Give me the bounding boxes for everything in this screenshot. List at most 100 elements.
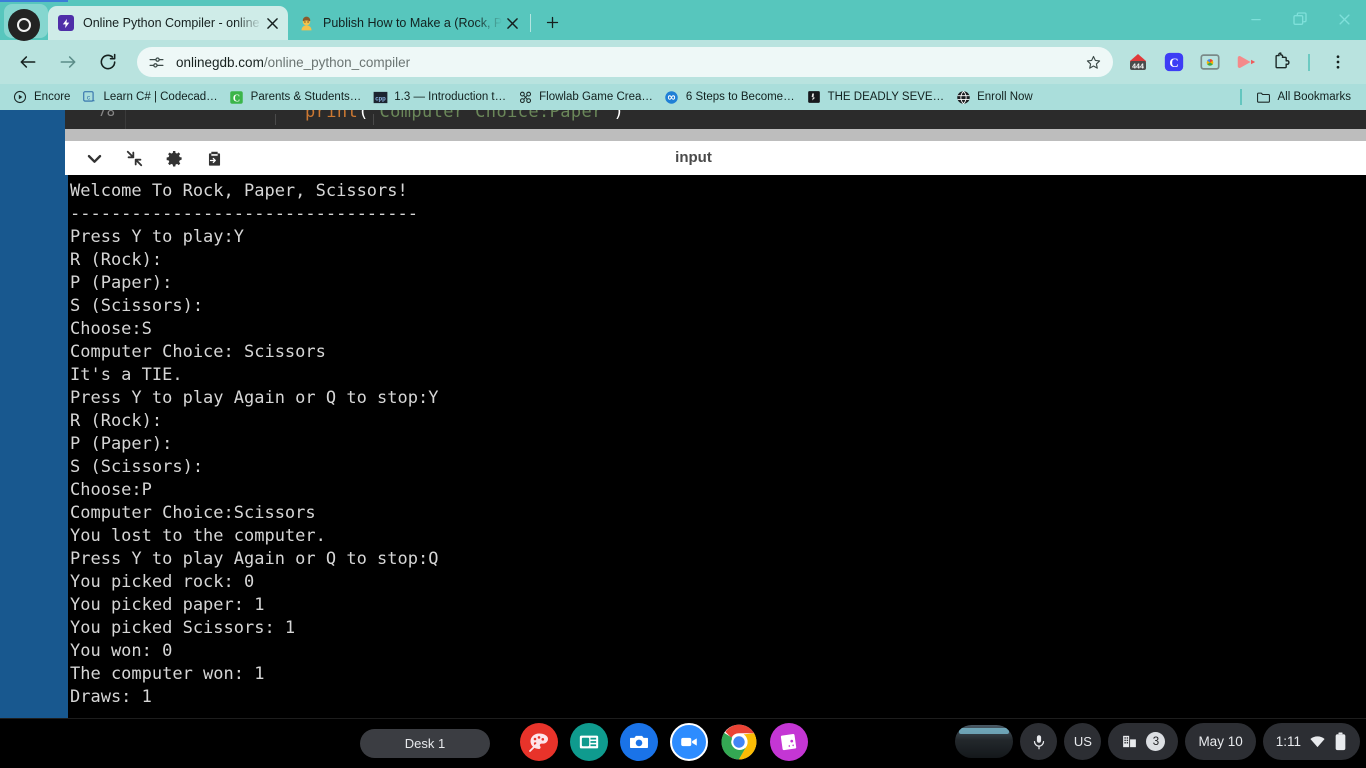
tab-close-button[interactable] [502,13,522,33]
bookmark-encore[interactable]: Encore [8,86,77,108]
honey-444-icon: 444 [1130,54,1146,70]
time-label: 1:11 [1275,734,1301,749]
indent-guide [275,114,276,125]
window-loading-indicator [0,0,68,2]
photos-app-icon[interactable] [770,723,808,761]
launcher-button[interactable] [8,9,40,41]
chromeos-desktop: Online Python Compiler - online Publish … [0,0,1366,768]
status-area-button[interactable]: 1:11 [1262,723,1360,760]
microphone-icon [1033,734,1045,749]
console-line: The computer won: 1 [70,664,265,684]
all-bookmarks-label: All Bookmarks [1277,91,1352,103]
console-copy-button[interactable] [197,144,231,172]
camera-app-icon[interactable] [620,723,658,761]
screen-preview-icon[interactable] [955,725,1014,758]
loom-extension-button[interactable] [1232,48,1260,76]
window-count-button[interactable]: 3 [1108,723,1179,760]
chevron-down-icon [87,154,101,163]
console-line: Choose:S [70,319,152,339]
reload-button[interactable] [92,46,124,78]
input-method-button[interactable]: US [1064,723,1102,760]
zoom-app-icon[interactable] [670,723,708,761]
date-label: May 10 [1198,734,1243,749]
all-bookmarks-button[interactable]: All Bookmarks [1252,86,1359,108]
address-bar[interactable]: onlinegdb.com/online_python_compiler [137,47,1113,77]
chrome-menu-button[interactable] [1322,46,1354,78]
back-button[interactable] [12,46,44,78]
cpp-icon: cpp [372,89,388,105]
globe-dark-icon [955,89,971,105]
console-line: Press Y to play:Y [70,227,244,247]
extension-icons: 444 C [1120,48,1300,76]
console-line: It's a TIE. [70,365,183,385]
paint-app-icon[interactable] [520,723,558,761]
page-content: 78 print("Computer Choice:Paper") input … [0,110,1366,718]
console-settings-button[interactable] [157,144,191,172]
honey-extension-button[interactable]: 444 [1124,48,1152,76]
console-line: You picked paper: 1 [70,595,265,615]
console-output[interactable]: Welcome To Rock, Paper, Scissors! -------… [65,175,1366,718]
tab-publish-how-to-make[interactable]: Publish How to Make a (Rock, P [288,6,528,40]
archive-extension-button[interactable] [1196,48,1224,76]
console-splitter[interactable] [65,129,1366,141]
console-line: Draws: 1 [70,687,152,707]
slides-app-icon[interactable] [570,723,608,761]
windows-icon [1123,735,1137,748]
console-collapse-button[interactable] [77,144,111,172]
bookmark-deadly-seven[interactable]: THE DEADLY SEVE… [802,86,952,108]
toolbar-divider [1308,53,1310,71]
folder-icon [1256,89,1272,105]
star-icon [1086,55,1100,69]
bookmark-flowlab[interactable]: Flowlab Game Crea… [513,86,660,108]
play-circle-icon [12,89,28,105]
tab-strip: Online Python Compiler - online Publish … [0,0,1366,40]
forward-button[interactable] [52,46,84,78]
svg-text:C: C [1169,56,1178,70]
bookmark-enroll-now[interactable]: Enroll Now [951,86,1040,108]
maximize-button[interactable] [1278,0,1322,38]
url-text: onlinegdb.com/online_python_compiler [176,55,1079,70]
console-toolbar: input [65,141,1366,175]
close-icon [506,17,518,29]
console-accent-bar [65,175,68,718]
back-arrow-icon [20,56,36,68]
bookmark-introduction[interactable]: cpp 1.3 — Introduction t… [368,86,513,108]
chrome-app-icon[interactable] [720,723,758,761]
new-tab-button[interactable] [537,7,567,37]
close-icon [1338,13,1350,25]
bookmark-parents-students[interactable]: C Parents & Students… [225,86,369,108]
infinity-icon [664,89,680,105]
collapse-arrows-icon [126,150,142,166]
svg-text:c: c [87,94,91,101]
tab-close-button[interactable] [262,13,282,33]
code-open-paren: ( [358,110,369,122]
tab-title: Online Python Compiler - online [83,16,260,30]
c-extension-button[interactable]: C [1160,48,1188,76]
date-button[interactable]: May 10 [1185,723,1256,760]
svg-text:C: C [233,93,240,104]
console-line: P (Paper): [70,434,173,454]
bookmark-star-button[interactable] [1079,54,1107,71]
console-shrink-button[interactable] [117,144,151,172]
console-line: Computer Choice:Scissors [70,503,316,523]
bookmark-6-steps[interactable]: 6 Steps to Become… [660,86,802,108]
site-settings-icon[interactable] [147,53,166,72]
desk-label: Desk 1 [404,736,446,751]
wifi-icon [1310,736,1325,748]
console-line: R (Rock): [70,411,163,431]
microphone-button[interactable] [1020,723,1058,760]
minimize-button[interactable] [1234,0,1278,38]
bookmark-label: 6 Steps to Become… [685,91,795,103]
desk-switcher-button[interactable]: Desk 1 [360,729,490,758]
plus-icon [546,16,558,28]
bookmark-label: 1.3 — Introduction t… [394,91,507,103]
close-window-button[interactable] [1322,0,1366,38]
codecademy-icon: c [81,89,97,105]
code-function: print [305,110,359,122]
tab-online-python-compiler[interactable]: Online Python Compiler - online [48,6,288,40]
bookmark-learn-csharp[interactable]: c Learn C# | Codecad… [77,86,224,108]
extensions-puzzle-button[interactable] [1268,48,1296,76]
url-domain: onlinegdb.com [176,54,264,70]
console-line: You picked Scissors: 1 [70,618,296,638]
code-editor-strip[interactable]: 78 print("Computer Choice:Paper") [65,110,1366,129]
